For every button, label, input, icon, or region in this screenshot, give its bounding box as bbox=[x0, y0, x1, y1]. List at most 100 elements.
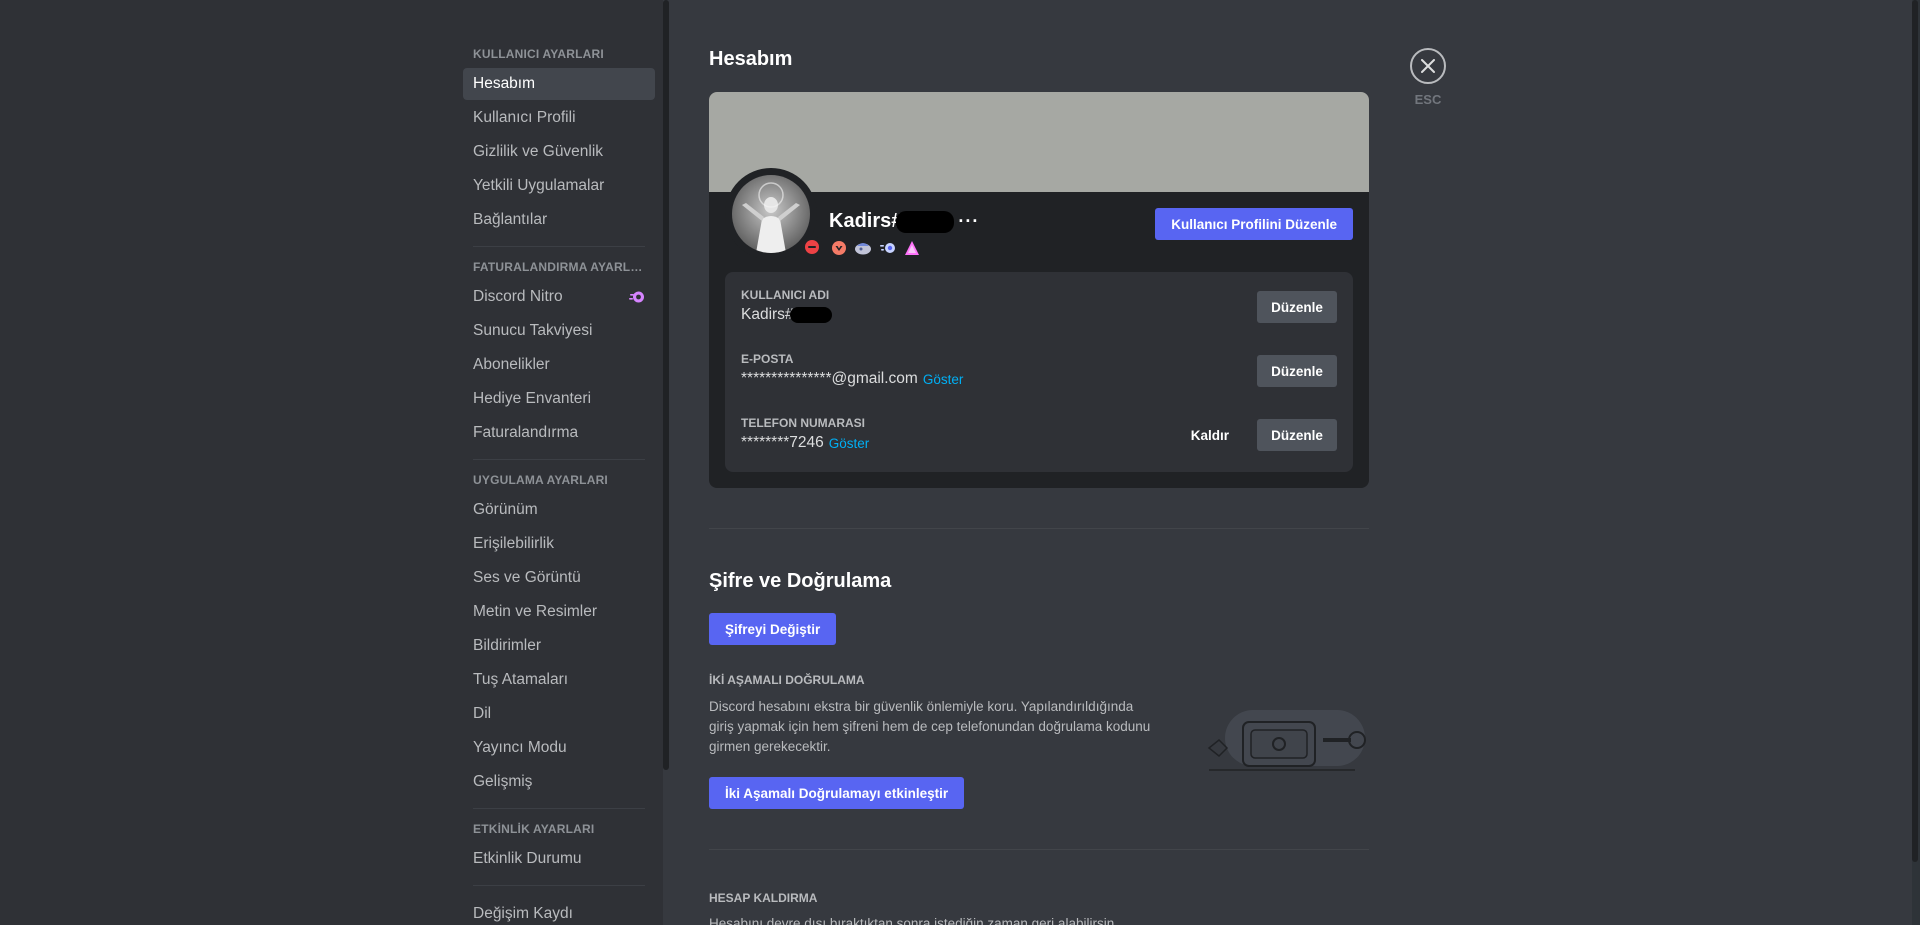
sidebar-item-connections[interactable]: Bağlantılar bbox=[463, 204, 655, 236]
account-fields: KULLANICI ADI Kadirs# Düzenle E-POSTA **… bbox=[725, 272, 1353, 472]
sidebar-item-user-profile[interactable]: Kullanıcı Profili bbox=[463, 102, 655, 134]
nitro-badge-icon[interactable] bbox=[879, 240, 897, 256]
sidebar-item-label: Etkinlik Durumu bbox=[473, 850, 582, 867]
email-value: ***************@gmail.com Göster bbox=[741, 370, 1337, 388]
username-text: Kadirs# bbox=[741, 306, 794, 323]
sidebar-divider bbox=[473, 246, 645, 247]
hypesquad-bravery-badge-icon[interactable] bbox=[831, 240, 847, 256]
settings-sidebar: KULLANICI AYARLARI Hesabım Kullanıcı Pro… bbox=[463, 46, 655, 925]
sidebar-item-discord-nitro[interactable]: Discord Nitro bbox=[463, 281, 655, 313]
sidebar-item-label: Kullanıcı Profili bbox=[473, 109, 576, 126]
field-label: TELEFON NUMARASI bbox=[741, 416, 865, 430]
more-options-icon[interactable]: ··· bbox=[958, 211, 979, 232]
sidebar-item-label: Hesabım bbox=[473, 75, 536, 92]
reveal-phone-link[interactable]: Göster bbox=[829, 436, 870, 451]
sidebar-item-label: Dil bbox=[473, 705, 492, 722]
edit-username-button[interactable]: Düzenle bbox=[1257, 291, 1337, 323]
account-removal-header: HESAP KALDIRMA bbox=[709, 891, 818, 905]
avatar-image bbox=[732, 175, 810, 253]
avatar[interactable] bbox=[725, 168, 823, 260]
sidebar-item-label: Görünüm bbox=[473, 501, 538, 518]
close-icon bbox=[1421, 59, 1435, 73]
sidebar-item-label: Değişim Kaydı bbox=[473, 905, 573, 922]
profile-banner bbox=[709, 92, 1369, 192]
sidebar-item-appearance[interactable]: Görünüm bbox=[463, 494, 655, 526]
sidebar-item-label: Sunucu Takviyesi bbox=[473, 322, 593, 339]
sidebar-divider bbox=[473, 808, 645, 809]
sidebar-item-privacy-safety[interactable]: Gizlilik ve Güvenlik bbox=[463, 136, 655, 168]
close-settings: ESC bbox=[1410, 48, 1446, 107]
display-name-text: Kadirs# bbox=[829, 210, 903, 232]
phone-field: TELEFON NUMARASI ********7246 Göster Kal… bbox=[741, 416, 1337, 480]
email-field: E-POSTA ***************@gmail.com Göster… bbox=[741, 352, 1337, 416]
sidebar-item-authorized-apps[interactable]: Yetkili Uygulamalar bbox=[463, 170, 655, 202]
redacted-discriminator bbox=[789, 307, 832, 323]
edit-phone-button[interactable]: Düzenle bbox=[1257, 419, 1337, 451]
phone-value: ********7246 Göster bbox=[741, 434, 1337, 452]
redacted-discriminator bbox=[896, 210, 955, 233]
sidebar-item-language[interactable]: Dil bbox=[463, 698, 655, 730]
section-header-billing-settings: FATURALANDIRMA AYARLA... bbox=[473, 260, 650, 274]
username-value: Kadirs# bbox=[741, 306, 1337, 324]
sidebar-item-label: Bağlantılar bbox=[473, 211, 548, 228]
avatar-figure-icon bbox=[742, 182, 800, 253]
sidebar-item-subscriptions[interactable]: Abonelikler bbox=[463, 349, 655, 381]
section-divider bbox=[709, 528, 1369, 529]
remove-phone-button[interactable]: Kaldır bbox=[1187, 419, 1233, 451]
content-scrollbar-track[interactable] bbox=[1912, 0, 1920, 925]
sidebar-item-label: Tuş Atamaları bbox=[473, 671, 569, 688]
sidebar-item-label: Hediye Envanteri bbox=[473, 390, 592, 407]
two-factor-description: Discord hesabını ekstra bir güvenlik önl… bbox=[709, 699, 1151, 754]
profile-card: Kadirs# ··· Kullanıcı Profilini Düzenle … bbox=[709, 92, 1369, 488]
section-header-app-settings: UYGULAMA AYARLARI bbox=[473, 473, 608, 487]
sidebar-item-gift-inventory[interactable]: Hediye Envanteri bbox=[463, 383, 655, 415]
esc-label: ESC bbox=[1414, 92, 1442, 107]
sidebar-item-accessibility[interactable]: Erişilebilirlik bbox=[463, 528, 655, 560]
edit-email-button[interactable]: Düzenle bbox=[1257, 355, 1337, 387]
sidebar-divider bbox=[473, 885, 645, 886]
sidebar-item-change-log[interactable]: Değişim Kaydı bbox=[463, 898, 655, 925]
section-header-activity-settings: ETKİNLİK AYARLARI bbox=[473, 822, 595, 836]
sidebar-item-label: Gizlilik ve Güvenlik bbox=[473, 143, 604, 160]
sidebar-item-text-images[interactable]: Metin ve Resimler bbox=[463, 596, 655, 628]
sidebar-item-keybinds[interactable]: Tuş Atamaları bbox=[463, 664, 655, 696]
settings-sidebar-region: KULLANICI AYARLARI Hesabım Kullanıcı Pro… bbox=[0, 0, 663, 925]
sidebar-item-label: Bildirimler bbox=[473, 637, 542, 654]
early-supporter-badge-icon[interactable] bbox=[854, 240, 872, 256]
sidebar-item-label: Abonelikler bbox=[473, 356, 550, 373]
sidebar-item-voice-video[interactable]: Ses ve Görüntü bbox=[463, 562, 655, 594]
reveal-email-link[interactable]: Göster bbox=[923, 372, 964, 387]
nitro-icon bbox=[629, 291, 644, 303]
sidebar-item-label: Gelişmiş bbox=[473, 773, 533, 790]
sidebar-item-notifications[interactable]: Bildirimler bbox=[463, 630, 655, 662]
sidebar-item-label: Erişilebilirlik bbox=[473, 535, 554, 552]
sidebar-item-label: Ses ve Görüntü bbox=[473, 569, 581, 586]
field-label: E-POSTA bbox=[741, 352, 794, 366]
change-password-button[interactable]: Şifreyi Değiştir bbox=[709, 613, 837, 645]
field-label: KULLANICI ADI bbox=[741, 288, 830, 302]
sidebar-item-streamer-mode[interactable]: Yayıncı Modu bbox=[463, 732, 655, 764]
sidebar-item-billing[interactable]: Faturalandırma bbox=[463, 417, 655, 449]
enable-two-factor-button[interactable]: İki Aşamalı Doğrulamayı etkinleştir bbox=[709, 777, 965, 809]
close-button[interactable] bbox=[1410, 48, 1446, 84]
sidebar-item-server-boost[interactable]: Sunucu Takviyesi bbox=[463, 315, 655, 347]
two-factor-illustration-icon bbox=[1207, 710, 1366, 771]
sidebar-scrollbar[interactable] bbox=[663, 0, 669, 770]
edit-user-profile-button[interactable]: Kullanıcı Profilini Düzenle bbox=[1155, 208, 1353, 240]
sidebar-divider bbox=[473, 459, 645, 460]
email-text: ***************@gmail.com bbox=[741, 370, 918, 387]
sidebar-item-my-account[interactable]: Hesabım bbox=[463, 68, 655, 100]
password-auth-title: Şifre ve Doğrulama bbox=[709, 570, 892, 592]
two-factor-header: İKİ AŞAMALI DOĞRULAMA bbox=[709, 673, 865, 687]
phone-text: ********7246 bbox=[741, 434, 824, 451]
sidebar-item-advanced[interactable]: Gelişmiş bbox=[463, 766, 655, 798]
username-field: KULLANICI ADI Kadirs# Düzenle bbox=[741, 288, 1337, 352]
sidebar-item-label: Yayıncı Modu bbox=[473, 739, 567, 756]
account-removal-description: Hesabını devre dışı bıraktıktan sonra is… bbox=[709, 916, 1118, 925]
sidebar-item-activity-status[interactable]: Etkinlik Durumu bbox=[463, 843, 655, 875]
content-scrollbar-thumb[interactable] bbox=[1912, 0, 1918, 862]
server-booster-badge-icon[interactable] bbox=[904, 240, 920, 256]
profile-badges bbox=[831, 240, 920, 256]
sidebar-item-label: Metin ve Resimler bbox=[473, 603, 598, 620]
profile-display-name: Kadirs# ··· bbox=[829, 210, 979, 233]
